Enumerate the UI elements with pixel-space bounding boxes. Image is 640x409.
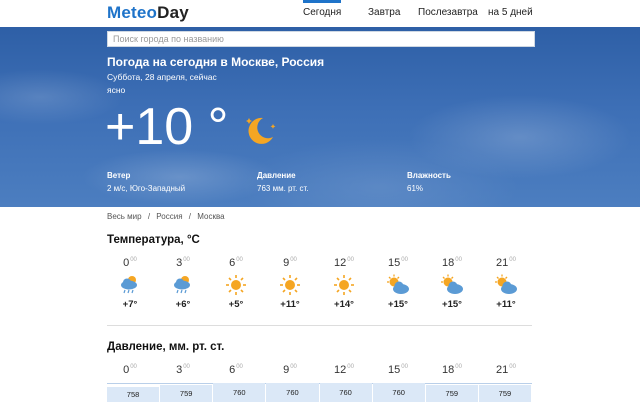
logo[interactable]: MeteoDay	[107, 3, 189, 23]
pressure-value: 758	[107, 387, 160, 402]
pressure-section-title: Давление, мм. рт. ст.	[107, 341, 225, 353]
hour-label: 300	[176, 257, 190, 269]
pressure-hour-label: 600	[229, 364, 243, 376]
pressure-hour-label: 000	[123, 364, 137, 376]
breadcrumb-separator: /	[147, 212, 151, 221]
current-condition: ясно	[107, 85, 126, 95]
hour-label: 1200	[334, 257, 354, 269]
pressure-label: Давление	[257, 171, 296, 180]
hour-temperature: +6°	[175, 299, 191, 310]
hour-forecast: 600 +5°	[216, 257, 256, 310]
hour-label: 1800	[442, 257, 462, 269]
wind-label: Ветер	[107, 171, 131, 180]
logo-day: Day	[157, 3, 189, 22]
hour-forecast: 900 +11°	[270, 257, 310, 310]
tab-day-after-tomorrow[interactable]: Послезавтра	[418, 7, 478, 18]
hour-temperature: +15°	[388, 299, 408, 310]
sun-cloud-icon	[440, 274, 464, 296]
hour-label: 1500	[388, 257, 408, 269]
hour-temperature: +11°	[496, 299, 516, 310]
current-date: Суббота, 28 апреля, сейчас	[107, 72, 217, 82]
breadcrumb-world[interactable]: Весь мир	[107, 212, 142, 221]
hour-label: 000	[123, 257, 137, 269]
pressure-hour-label: 300	[176, 364, 190, 376]
pressure-hour-label: 1500	[388, 364, 408, 376]
hour-label: 600	[229, 257, 243, 269]
humidity-label: Влажность	[407, 171, 451, 180]
sun-cloud-icon	[386, 274, 410, 296]
pressure-value: 760	[319, 383, 372, 402]
hour-label: 900	[283, 257, 297, 269]
top-bar: MeteoDay Сегодня Завтра Послезавтра на 5…	[0, 0, 640, 27]
temperature-section-title: Температура, °C	[107, 234, 200, 246]
breadcrumb-moscow[interactable]: Москва	[197, 212, 224, 221]
hour-temperature: +11°	[280, 299, 300, 310]
hour-temperature: +5°	[228, 299, 244, 310]
sun-icon	[332, 274, 356, 296]
search-input[interactable]: Поиск города по названию	[107, 31, 535, 47]
sun-cloud-rain-icon	[118, 274, 142, 296]
breadcrumb: Весь мир / Россия / Москва	[107, 212, 229, 221]
hour-forecast: 1500 +15°	[378, 257, 418, 310]
breadcrumb-russia[interactable]: Россия	[156, 212, 182, 221]
hour-forecast: 2100 +11°	[486, 257, 526, 310]
pressure-hour-label: 2100	[496, 364, 516, 376]
pressure-value: 760	[372, 383, 425, 402]
hour-temperature: +14°	[334, 299, 354, 310]
current-weather-panel: Поиск города по названию Погода на сегод…	[0, 27, 640, 207]
humidity-value: 61%	[407, 184, 424, 193]
moon-stars-icon	[246, 117, 276, 144]
hour-forecast: 300 +6°	[163, 257, 203, 310]
page-title: Погода на сегодня в Москве, Россия	[107, 55, 325, 69]
hour-temperature: +7°	[122, 299, 138, 310]
tab-5-days[interactable]: на 5 дней	[488, 7, 533, 18]
pressure-hour-label: 1200	[334, 364, 354, 376]
hour-forecast: 000 +7°	[110, 257, 150, 310]
sun-icon	[278, 274, 302, 296]
hour-forecast: 1800 +15°	[432, 257, 472, 310]
sun-cloud-rain-icon	[171, 274, 195, 296]
breadcrumb-separator: /	[188, 212, 191, 221]
sun-cloud-icon	[494, 274, 518, 296]
tab-tomorrow[interactable]: Завтра	[368, 7, 400, 18]
hour-temperature: +15°	[442, 299, 462, 310]
hour-label: 2100	[496, 257, 516, 269]
pressure-value: 763 мм. рт. ст.	[257, 184, 309, 193]
pressure-hour-label: 1800	[442, 364, 462, 376]
pressure-value: 760	[266, 383, 319, 402]
hour-forecast: 1200 +14°	[324, 257, 364, 310]
pressure-value: 760	[213, 383, 266, 402]
divider	[107, 325, 532, 326]
current-temperature: +10 °	[105, 98, 229, 156]
pressure-value: 759	[425, 385, 478, 402]
pressure-hour-label: 900	[283, 364, 297, 376]
wind-value: 2 м/с, Юго-Западный	[107, 184, 186, 193]
pressure-value: 759	[160, 385, 213, 402]
tab-today[interactable]: Сегодня	[303, 0, 342, 18]
logo-meteo: Meteo	[107, 3, 158, 22]
sun-icon	[224, 274, 248, 296]
pressure-value: 759	[478, 385, 531, 402]
